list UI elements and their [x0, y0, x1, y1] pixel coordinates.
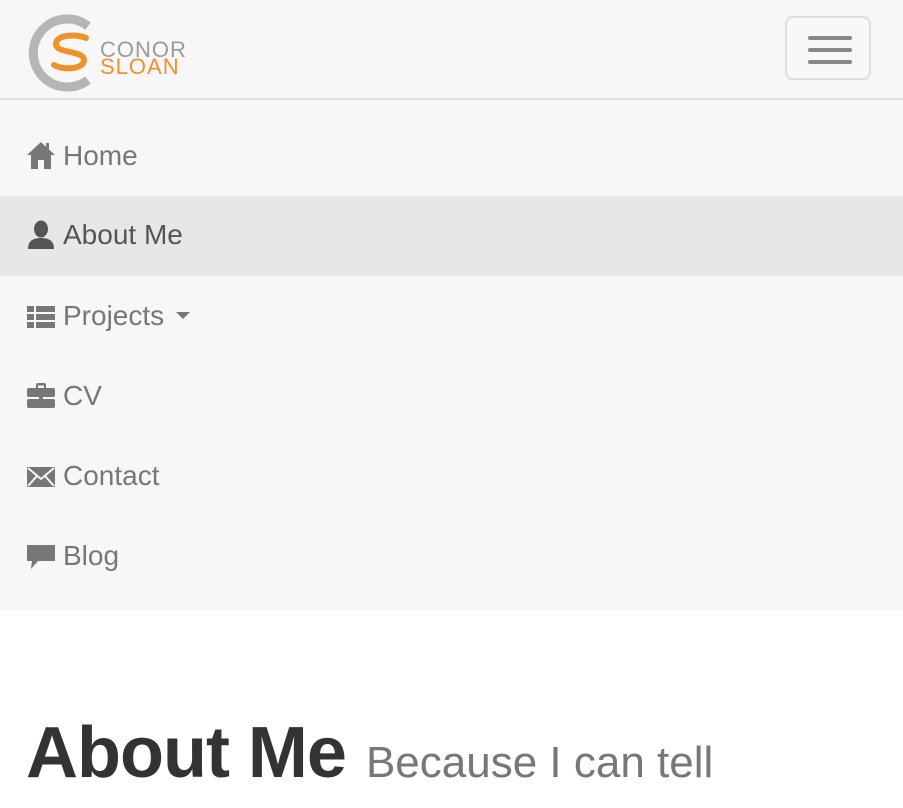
envelope-icon	[27, 467, 55, 487]
home-icon	[27, 142, 55, 169]
navbar: CONOR SLOAN Home About Me Projects CV Co…	[0, 0, 903, 610]
caret-down-icon	[176, 312, 191, 320]
nav-item-label: CV	[63, 380, 102, 411]
nav-item-contact[interactable]: Contact	[0, 437, 903, 517]
nav-item-label: Blog	[63, 540, 120, 571]
nav-item-cv[interactable]: CV	[0, 357, 903, 437]
nav-item-label: Contact	[63, 460, 160, 491]
brand-name-line2: SLOAN	[100, 54, 180, 79]
brand-logo[interactable]: CONOR SLOAN	[26, 14, 186, 92]
nav-item-label: About Me	[63, 219, 183, 250]
nav-item-label: Home	[63, 140, 138, 171]
briefcase-icon	[27, 383, 55, 408]
page-title: About Me Because I can tell	[26, 713, 713, 793]
page-title-text: About Me	[26, 713, 347, 793]
brand-name: CONOR SLOAN	[100, 39, 187, 79]
navbar-toggle-button[interactable]	[785, 16, 871, 80]
nav-item-label: Projects	[63, 298, 191, 334]
comment-icon	[27, 545, 55, 569]
list-icon	[27, 306, 55, 328]
nav-item-blog[interactable]: Blog	[0, 517, 903, 597]
user-icon	[28, 220, 54, 249]
page-header: About Me Because I can tell	[26, 708, 713, 808]
page-subtitle: Because I can tell	[365, 738, 714, 787]
nav-item-label-text: Projects	[63, 300, 165, 331]
nav-item-home[interactable]: Home	[0, 117, 903, 197]
nav-item-projects[interactable]: Projects	[0, 277, 903, 357]
nav-item-about-me[interactable]: About Me	[0, 196, 903, 276]
navbar-header: CONOR SLOAN	[0, 0, 903, 100]
